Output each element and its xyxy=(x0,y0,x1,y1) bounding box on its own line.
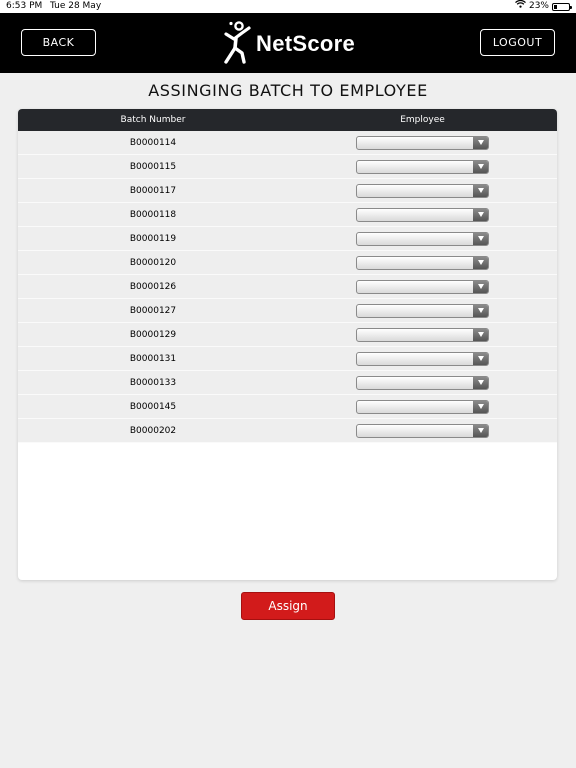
employee-select[interactable] xyxy=(356,399,489,414)
table-row: B0000127 xyxy=(18,299,557,323)
dropdown-arrow-icon[interactable] xyxy=(473,160,488,173)
dropdown-arrow-icon[interactable] xyxy=(473,424,488,437)
batch-number-cell: B0000114 xyxy=(129,137,177,148)
dropdown-arrow-icon[interactable] xyxy=(473,400,488,413)
employee-select[interactable] xyxy=(356,135,489,150)
batch-number-cell: B0000202 xyxy=(129,425,177,436)
batch-number-cell: B0000118 xyxy=(129,209,177,220)
dropdown-arrow-icon[interactable] xyxy=(473,280,488,293)
employee-select[interactable] xyxy=(356,279,489,294)
table-row: B0000133 xyxy=(18,371,557,395)
employee-cell xyxy=(288,303,557,318)
employee-cell xyxy=(288,423,557,438)
employee-select[interactable] xyxy=(356,207,489,222)
employee-cell xyxy=(288,255,557,270)
employee-select[interactable] xyxy=(356,159,489,174)
table-row: B0000126 xyxy=(18,275,557,299)
back-button[interactable]: BACK xyxy=(21,29,96,56)
employee-cell xyxy=(288,135,557,150)
batch-number-cell: B0000129 xyxy=(129,329,177,340)
table-row: B0000145 xyxy=(18,395,557,419)
table-body: B0000114 B0000115 B0000117 B0000118 B0000119… xyxy=(18,131,557,443)
table-row: B0000115 xyxy=(18,155,557,179)
table-row: B0000119 xyxy=(18,227,557,251)
employee-cell xyxy=(288,327,557,342)
dropdown-arrow-icon[interactable] xyxy=(473,376,488,389)
table-row: B0000129 xyxy=(18,323,557,347)
person-figure-logo-icon xyxy=(222,20,254,68)
table-row: B0000120 xyxy=(18,251,557,275)
batch-number-cell: B0000126 xyxy=(129,281,177,292)
employee-select[interactable] xyxy=(356,327,489,342)
batch-number-cell: B0000117 xyxy=(129,185,177,196)
employee-select[interactable] xyxy=(356,183,489,198)
employee-cell xyxy=(288,183,557,198)
app-header: BACK NetScore LOGOUT xyxy=(0,13,576,73)
employee-select[interactable] xyxy=(356,375,489,390)
column-header-employee: Employee xyxy=(400,115,445,125)
status-time: 6:53 PM xyxy=(6,1,43,11)
table-row: B0000114 xyxy=(18,131,557,155)
table-row: B0000131 xyxy=(18,347,557,371)
dropdown-arrow-icon[interactable] xyxy=(473,256,488,269)
battery-icon xyxy=(552,2,572,11)
dropdown-arrow-icon[interactable] xyxy=(473,136,488,149)
batch-number-cell: B0000145 xyxy=(129,401,177,412)
batch-number-cell: B0000133 xyxy=(129,377,177,388)
netscore-logo: NetScore xyxy=(222,21,355,67)
assign-button[interactable]: Assign xyxy=(241,592,335,620)
logo-text: NetScore xyxy=(256,31,355,56)
employee-cell xyxy=(288,375,557,390)
employee-cell xyxy=(288,399,557,414)
table-row: B0000118 xyxy=(18,203,557,227)
status-right: 23% xyxy=(515,0,572,13)
logout-button[interactable]: LOGOUT xyxy=(480,29,555,56)
employee-cell xyxy=(288,159,557,174)
table-row: B0000117 xyxy=(18,179,557,203)
employee-cell xyxy=(288,231,557,246)
status-bar: 6:53 PM Tue 28 May 23% xyxy=(0,0,576,13)
employee-select[interactable] xyxy=(356,231,489,246)
employee-select[interactable] xyxy=(356,255,489,270)
employee-cell xyxy=(288,279,557,294)
page-title: ASSINGING BATCH TO EMPLOYEE xyxy=(148,81,428,100)
table-header: Batch Number Employee xyxy=(18,109,557,131)
batch-number-cell: B0000131 xyxy=(129,353,177,364)
employee-select[interactable] xyxy=(356,351,489,366)
employee-select[interactable] xyxy=(356,423,489,438)
employee-select[interactable] xyxy=(356,303,489,318)
dropdown-arrow-icon[interactable] xyxy=(473,304,488,317)
dropdown-arrow-icon[interactable] xyxy=(473,208,488,221)
column-header-batch-number: Batch Number xyxy=(120,115,186,125)
batch-table: Batch Number Employee B0000114 B0000115 B0… xyxy=(18,109,557,580)
employee-cell xyxy=(288,207,557,222)
batch-number-cell: B0000120 xyxy=(129,257,177,268)
dropdown-arrow-icon[interactable] xyxy=(473,328,488,341)
batch-number-cell: B0000127 xyxy=(129,305,177,316)
dropdown-arrow-icon[interactable] xyxy=(473,232,488,245)
table-row: B0000202 xyxy=(18,419,557,443)
employee-cell xyxy=(288,351,557,366)
batch-number-cell: B0000115 xyxy=(129,161,177,172)
dropdown-arrow-icon[interactable] xyxy=(473,184,488,197)
battery-percent: 23% xyxy=(528,1,549,11)
dropdown-arrow-icon[interactable] xyxy=(473,352,488,365)
status-date: Tue 28 May xyxy=(50,1,102,11)
batch-number-cell: B0000119 xyxy=(129,233,177,244)
wifi-icon xyxy=(515,0,526,13)
